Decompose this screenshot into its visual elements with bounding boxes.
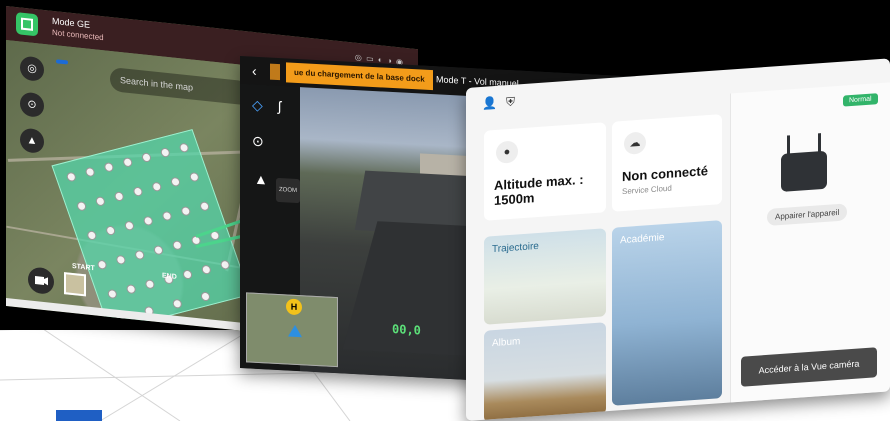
aircraft-icon: ▲	[254, 170, 268, 188]
cloud-card[interactable]: ☁ Non connecté Service Cloud	[612, 114, 722, 212]
trajectory-label: Trajectoire	[492, 240, 539, 256]
cloud-icon: ☁	[624, 131, 646, 155]
pair-device-button[interactable]: Appairer l'appareil	[767, 203, 848, 226]
academy-label: Académie	[620, 232, 665, 247]
user-icon[interactable]: 👤	[482, 96, 497, 111]
waypoint-icon[interactable]: ◇	[252, 97, 263, 115]
end-tag: END	[162, 272, 177, 281]
app-logo-icon[interactable]	[16, 12, 38, 37]
remote-controller-icon	[781, 150, 827, 192]
trajectory-tile[interactable]: Trajectoire	[484, 228, 606, 325]
mode-block[interactable]: Mode GE Not connected	[52, 15, 104, 44]
mission-grid[interactable]	[51, 129, 251, 332]
album-tile[interactable]: Album	[484, 322, 606, 421]
cloud-sub: Service Cloud	[622, 183, 672, 197]
camera-icon[interactable]	[28, 266, 54, 296]
location-pin-icon: ●	[496, 140, 518, 164]
shield-icon[interactable]: ⛨	[506, 95, 515, 111]
corner-square	[56, 410, 102, 421]
home-chip	[270, 63, 280, 81]
device-panel: Normal Appairer l'appareil Accéder à la …	[730, 82, 890, 403]
back-icon[interactable]: ‹	[252, 63, 257, 79]
start-tag: START	[72, 262, 95, 273]
album-label: Album	[492, 336, 521, 350]
cloud-title: Non connecté	[622, 163, 708, 185]
map-thumbnail[interactable]	[64, 272, 86, 297]
camera-view-button[interactable]: Accéder à la Vue caméra	[741, 347, 877, 387]
zoom-button[interactable]: ZOOM	[276, 177, 300, 204]
aircraft-marker-icon	[288, 324, 302, 338]
hud-value: 00,0	[392, 321, 421, 338]
home-screen: 👤 ⛨ ● Altitude max. : 1500m ☁ Non connec…	[466, 58, 890, 421]
altitude-title: Altitude max. : 1500m	[494, 171, 584, 209]
status-badge: Normal	[843, 93, 878, 107]
dock-warning-banner[interactable]: ue du chargement de la base dock	[286, 62, 433, 91]
altitude-card[interactable]: ● Altitude max. : 1500m	[484, 122, 606, 221]
home-point-icon: H	[286, 298, 302, 316]
route-icon[interactable]: ʃ	[278, 98, 281, 114]
orbit-icon[interactable]: ⊙	[252, 133, 264, 151]
academy-tile[interactable]: Académie	[612, 220, 722, 406]
